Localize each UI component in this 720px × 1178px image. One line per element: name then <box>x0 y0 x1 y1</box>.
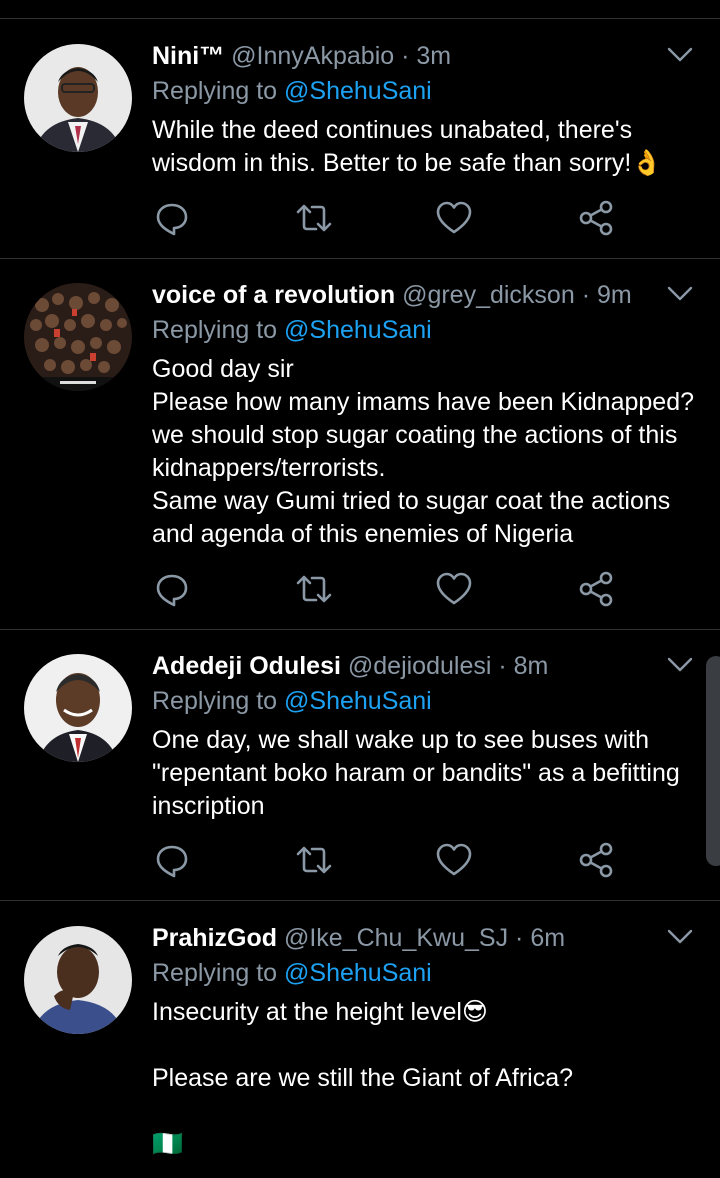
share-button[interactable] <box>576 198 616 238</box>
share-icon <box>579 200 613 236</box>
mention-link[interactable]: @ShehuSani <box>284 687 432 715</box>
separator: · <box>581 281 591 309</box>
chevron-down-icon[interactable] <box>666 46 694 64</box>
avatar[interactable] <box>24 283 132 391</box>
reply-button[interactable] <box>152 840 192 880</box>
tweet[interactable]: Adedeji Odulesi @dejiodulesi · 8m Replyi… <box>0 646 720 900</box>
timestamp[interactable]: 8m <box>514 652 549 680</box>
retweet-button[interactable] <box>294 840 334 880</box>
replying-to: Replying to @ShehuSani <box>152 313 432 347</box>
scrollbar[interactable] <box>706 656 720 866</box>
username[interactable]: @InnyAkpabio <box>231 42 394 70</box>
timestamp[interactable]: 3m <box>416 42 451 70</box>
chevron-down-icon[interactable] <box>666 656 694 674</box>
chevron-down-icon[interactable] <box>666 285 694 303</box>
tweet[interactable]: voice of a revolution @grey_dickson · 9m… <box>0 275 720 629</box>
like-button[interactable] <box>434 840 474 880</box>
username[interactable]: @grey_dickson <box>402 281 575 309</box>
mention-link[interactable]: @ShehuSani <box>284 77 432 105</box>
tweet-header: voice of a revolution @grey_dickson · 9m <box>152 275 632 315</box>
separator: · <box>498 652 507 680</box>
tweet-text: While the deed continues unabated, there… <box>152 116 663 177</box>
display-name[interactable]: Nini™ <box>152 42 224 70</box>
replying-prefix: Replying to <box>152 316 285 344</box>
avatar[interactable] <box>24 926 132 1034</box>
tweet-header: Adedeji Odulesi @dejiodulesi · 8m <box>152 646 548 686</box>
display-name[interactable]: Adedeji Odulesi <box>152 652 341 680</box>
reply-icon <box>156 845 188 878</box>
display-name[interactable]: PrahizGod <box>152 924 277 952</box>
replying-prefix: Replying to <box>152 687 285 715</box>
heart-icon <box>436 572 472 605</box>
tweet-header: PrahizGod @Ike_Chu_Kwu_SJ · 6m <box>152 918 565 958</box>
tweet-actions <box>152 840 622 884</box>
heart-icon <box>436 201 472 234</box>
replying-to: Replying to @ShehuSani <box>152 684 432 718</box>
share-icon <box>579 842 613 878</box>
divider <box>0 900 720 901</box>
retweet-icon <box>296 846 332 874</box>
chevron-down-icon[interactable] <box>666 928 694 946</box>
avatar[interactable] <box>24 44 132 152</box>
tweet-header: Nini™ @InnyAkpabio · 3m <box>152 36 451 76</box>
reply-icon <box>156 574 188 607</box>
tweet-text: Good day sir Please how many imams have … <box>152 355 695 548</box>
retweet-button[interactable] <box>294 198 334 238</box>
share-icon <box>579 571 613 607</box>
tweet-actions <box>152 569 622 613</box>
like-button[interactable] <box>434 198 474 238</box>
reply-button[interactable] <box>152 198 192 238</box>
replying-prefix: Replying to <box>152 959 285 987</box>
share-button[interactable] <box>576 569 616 609</box>
reply-button[interactable] <box>152 569 192 609</box>
replying-to: Replying to @ShehuSani <box>152 956 432 990</box>
reply-icon <box>156 203 188 236</box>
tweet[interactable]: Nini™ @InnyAkpabio · 3m Replying to @She… <box>0 36 720 258</box>
timestamp[interactable]: 6m <box>530 924 565 952</box>
separator: · <box>515 924 524 952</box>
separator: · <box>401 42 410 70</box>
avatar[interactable] <box>24 654 132 762</box>
username[interactable]: @dejiodulesi <box>348 652 492 680</box>
tweet-actions <box>152 198 622 242</box>
share-button[interactable] <box>576 840 616 880</box>
divider <box>0 258 720 259</box>
retweet-icon <box>296 204 332 232</box>
display-name[interactable]: voice of a revolution <box>152 281 395 309</box>
mention-link[interactable]: @ShehuSani <box>284 959 432 987</box>
tweet-text: Insecurity at the height level😎 Please a… <box>152 998 574 1158</box>
top-divider <box>0 18 720 19</box>
retweet-icon <box>296 575 332 603</box>
retweet-button[interactable] <box>294 569 334 609</box>
tweet[interactable]: PrahizGod @Ike_Chu_Kwu_SJ · 6m Replying … <box>0 918 720 1178</box>
mention-link[interactable]: @ShehuSani <box>284 316 432 344</box>
replying-prefix: Replying to <box>152 77 285 105</box>
heart-icon <box>436 843 472 876</box>
tweet-text: One day, we shall wake up to see buses w… <box>152 726 680 820</box>
timestamp[interactable]: 9m <box>597 281 632 309</box>
like-button[interactable] <box>434 569 474 609</box>
username[interactable]: @Ike_Chu_Kwu_SJ <box>284 924 508 952</box>
divider <box>0 629 720 630</box>
replying-to: Replying to @ShehuSani <box>152 74 432 108</box>
